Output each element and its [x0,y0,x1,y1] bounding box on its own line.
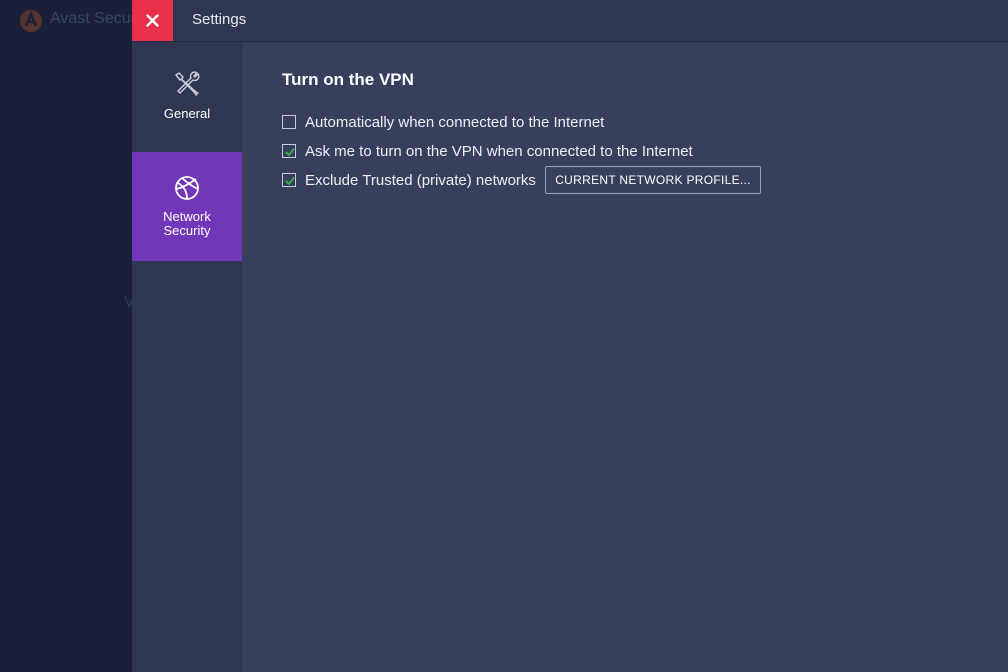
sidebar-item-label: Network Security [163,209,211,238]
window-title: Settings [192,11,247,28]
wrench-screwdriver-icon [175,71,200,96]
title-bar: Settings [132,0,1008,42]
close-icon [146,14,159,27]
auto-connect-checkbox[interactable] [282,115,296,129]
option-exclude-trusted: Exclude Trusted (private) networks [282,171,536,189]
option-label: Exclude Trusted (private) networks [305,171,536,189]
sidebar-item-general[interactable]: General [132,42,242,152]
current-network-profile-button[interactable]: CURRENT NETWORK PROFILE... [545,166,761,194]
sidebar-item-network-security[interactable]: Network Security [132,152,242,261]
option-label: Automatically when connected to the Inte… [305,113,605,131]
background-app: Avast Secure V [0,0,145,672]
option-auto-connect: Automatically when connected to the Inte… [282,113,604,131]
globe-icon [175,176,199,200]
avast-logo-icon [20,10,42,32]
option-label: Ask me to turn on the VPN when connected… [305,142,693,160]
checkmark-icon [285,147,295,157]
ask-me-checkbox[interactable] [282,144,296,158]
close-button[interactable] [132,0,173,41]
exclude-trusted-checkbox[interactable] [282,173,296,187]
checkmark-icon [285,176,295,186]
sidebar-item-label: General [163,106,211,121]
background-app-title: Avast Secure [50,10,145,27]
settings-sidebar: General Network Security [132,42,242,672]
option-ask-me: Ask me to turn on the VPN when connected… [282,142,693,160]
settings-window: Settings General Network Security Turn o… [132,0,1008,672]
section-title: Turn on the VPN [282,70,414,89]
settings-content: Turn on the VPN Automatically when conne… [242,42,1008,672]
